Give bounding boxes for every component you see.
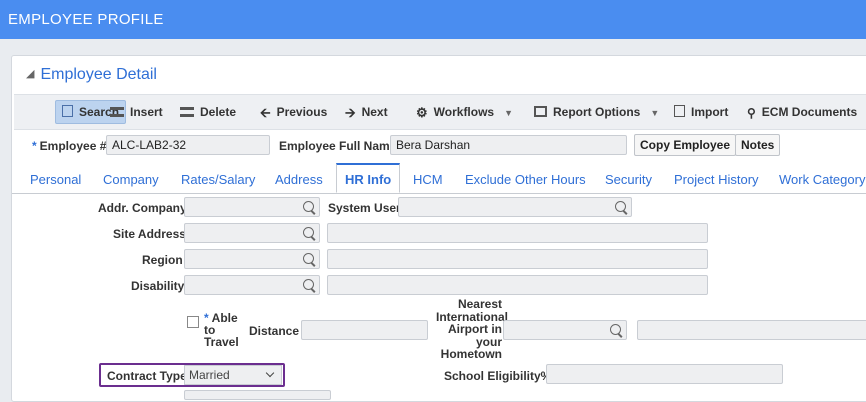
distance-label: Distance (249, 324, 300, 338)
insert-icon (110, 107, 124, 117)
disability-description (327, 275, 708, 295)
toolbar: Search Insert Delete 🡨 Previous 🡪 Next ⚙ Wo… (14, 94, 866, 130)
disability-field[interactable] (184, 275, 320, 295)
printer-icon (534, 106, 547, 117)
system-user-label: System User (328, 201, 401, 215)
workflows-menu[interactable]: ⚙ Workflows ▼ (416, 101, 513, 123)
nearest-airport-label: Nearest International Airport in your Hometo… (436, 297, 509, 361)
able-to-travel-checkbox[interactable] (187, 316, 199, 328)
tab-hr-info[interactable]: HR Info (336, 163, 401, 193)
tab-bar: Personal Company Rates/Salary Address HR… (12, 163, 866, 194)
system-user-field[interactable] (398, 197, 632, 217)
tab-rates-salary[interactable]: Rates/Salary (181, 172, 255, 187)
search-icon[interactable] (303, 201, 314, 212)
search-icon[interactable] (303, 227, 314, 238)
dropdown-arrow-icon: ▼ (504, 108, 514, 118)
site-address-field[interactable] (184, 223, 320, 243)
import-icon (674, 105, 685, 117)
arrow-right-icon: 🡪 (345, 105, 356, 120)
section-title: Employee Detail (40, 66, 157, 83)
search-icon[interactable] (615, 201, 626, 212)
tab-exclude-other-hours[interactable]: Exclude Other Hours (465, 172, 586, 187)
search-icon (62, 105, 73, 117)
notes-button[interactable]: Notes (735, 134, 781, 156)
employee-detail-panel: ◢ Employee Detail Search Insert Delete 🡨 P… (11, 55, 866, 402)
chevron-down-icon (265, 368, 275, 378)
required-asterisk: * (32, 139, 37, 153)
report-options-menu[interactable]: Report Options ▼ (534, 101, 659, 123)
employee-full-name-field[interactable]: Bera Darshan (390, 135, 627, 155)
employee-number-field[interactable]: ALC-LAB2-32 (106, 135, 270, 155)
able-to-travel-label: * Able to Travel (204, 311, 239, 349)
app-title: EMPLOYEE PROFILE (8, 11, 164, 28)
school-eligibility-label: School Eligibility% (444, 369, 552, 383)
import-button[interactable]: Import (674, 101, 728, 123)
search-icon[interactable] (303, 253, 314, 264)
collapse-triangle-icon[interactable]: ◢ (26, 68, 34, 80)
employee-number-label: * Employee # (32, 139, 107, 153)
nearest-airport-description (637, 320, 866, 340)
site-address-description (327, 223, 708, 243)
tab-project-history[interactable]: Project History (674, 172, 759, 187)
distance-field[interactable] (301, 320, 428, 340)
search-icon[interactable] (303, 279, 314, 290)
school-eligibility-field[interactable] (546, 364, 783, 384)
delete-button[interactable]: Delete (180, 101, 236, 123)
tab-address[interactable]: Address (275, 172, 323, 187)
tab-work-category[interactable]: Work Category (779, 172, 865, 187)
contract-type-label: Contract Type (107, 369, 187, 383)
section-header[interactable]: ◢ Employee Detail (26, 66, 157, 84)
contract-type-select[interactable]: Married (184, 365, 282, 385)
gears-icon: ⚙ (416, 105, 428, 120)
site-address-label: Site Address (113, 227, 186, 241)
search-icon[interactable] (610, 324, 621, 335)
next-button[interactable]: 🡪 Next (345, 101, 388, 123)
tab-hcm[interactable]: HCM (413, 172, 443, 187)
tab-personal[interactable]: Personal (30, 172, 81, 187)
region-field[interactable] (184, 249, 320, 269)
partial-field-below[interactable] (184, 390, 331, 400)
insert-button[interactable]: Insert (110, 101, 163, 123)
delete-icon (180, 107, 194, 117)
tab-company[interactable]: Company (103, 172, 159, 187)
copy-employee-button[interactable]: Copy Employee (634, 134, 737, 156)
addr-company-field[interactable] (184, 197, 320, 217)
tab-security[interactable]: Security (605, 172, 652, 187)
nearest-airport-field[interactable] (503, 320, 627, 340)
arrow-left-icon: 🡨 (260, 105, 271, 120)
ecm-documents-button[interactable]: ⚲ECM Documents▼ (747, 101, 866, 123)
app-header: EMPLOYEE PROFILE (0, 0, 866, 39)
region-description (327, 249, 708, 269)
previous-button[interactable]: 🡨 Previous (260, 101, 327, 123)
addr-company-label: Addr. Company (98, 201, 187, 215)
location-pin-icon: ⚲ (747, 106, 756, 120)
region-label: Region (142, 253, 183, 267)
dropdown-arrow-icon: ▼ (650, 108, 660, 118)
employee-full-name-label: Employee Full Name (279, 139, 397, 153)
disability-label: Disability (131, 279, 185, 293)
